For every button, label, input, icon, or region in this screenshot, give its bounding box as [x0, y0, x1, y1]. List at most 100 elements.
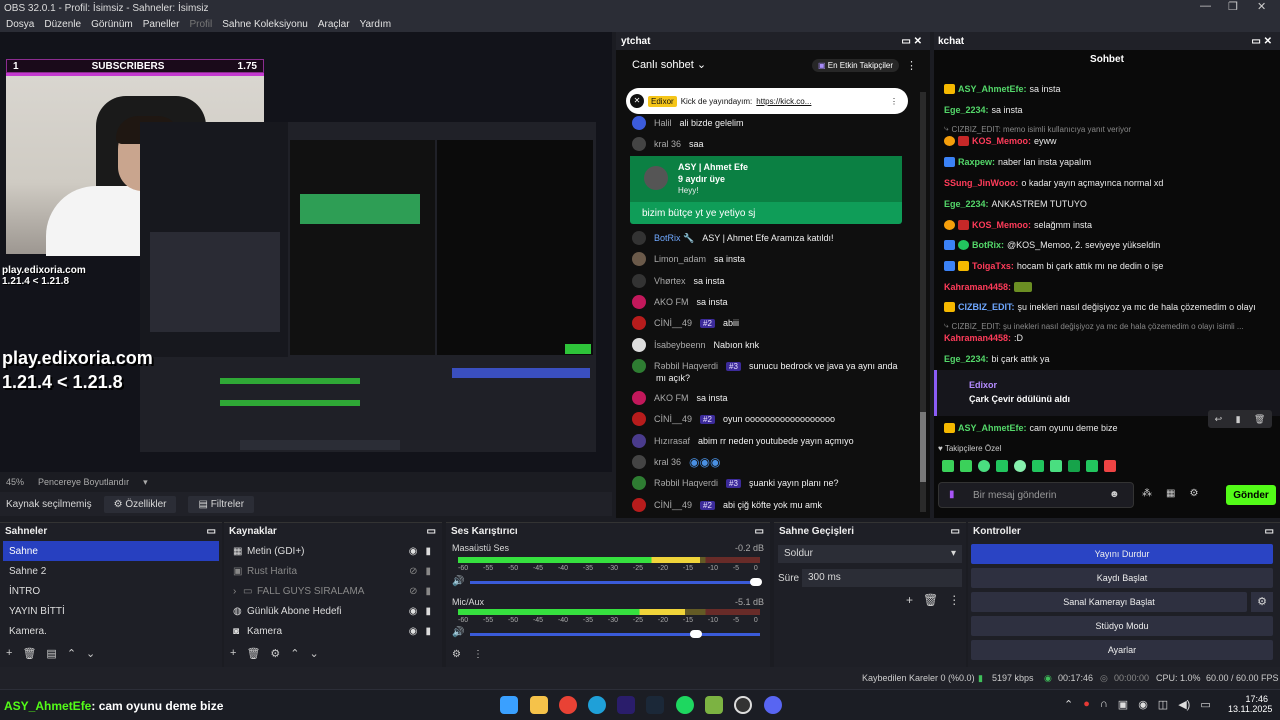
- volume-slider[interactable]: [470, 578, 762, 586]
- menu-edit[interactable]: Düzenle: [44, 19, 81, 30]
- sources-toolbar[interactable]: + 🗑 ⚙ ⌃ ⌄: [230, 647, 319, 660]
- source-item[interactable]: ▣ Rust Harita ⊘ ▮: [227, 561, 439, 581]
- spotify-icon[interactable]: [676, 696, 694, 714]
- duration-label: Süre: [778, 573, 800, 584]
- zoom-level[interactable]: 45%: [6, 477, 24, 487]
- edge-icon[interactable]: [588, 696, 606, 714]
- record-icon: ●: [1083, 698, 1090, 710]
- gear-icon[interactable]: ⚙: [1251, 592, 1273, 612]
- file-explorer-icon[interactable]: [530, 696, 548, 714]
- emoji-icon[interactable]: ☻: [1109, 489, 1120, 500]
- settings-button[interactable]: Ayarlar: [971, 640, 1273, 660]
- scene-item[interactable]: Sahne: [3, 541, 219, 561]
- scene-item[interactable]: İNTRO: [3, 581, 219, 601]
- membership-card: ASY | Ahmet Efe 9 aydır üye Heyy! bizim …: [630, 156, 902, 224]
- send-button[interactable]: Gönder: [1226, 485, 1276, 505]
- chat-input[interactable]: ▮ Bir mesaj gönderin ☻: [938, 482, 1134, 508]
- kchat-dock-header: kchat ▭ ✕: [934, 32, 1280, 50]
- controls-dock: Kontroller ▭ Yayını Durdur Kaydı Başlat S…: [968, 522, 1280, 667]
- mixer-title: Ses Karıştırıcı: [451, 525, 518, 537]
- transitions-toolbar[interactable]: + 🗑 ⋮: [906, 593, 960, 607]
- scenes-toolbar[interactable]: + 🗑 ▤ ⌃ ⌄: [6, 647, 95, 660]
- obs-icon[interactable]: [734, 696, 752, 714]
- ytchat-dock-title: ytchat: [621, 35, 651, 47]
- close-icon[interactable]: ✕: [1257, 0, 1266, 13]
- discord-icon[interactable]: [764, 696, 782, 714]
- meter-tick-label: -55: [482, 565, 494, 572]
- meter-tick-label: -25: [632, 565, 644, 572]
- stop-streaming-button[interactable]: Yayını Durdur: [971, 544, 1273, 564]
- minimize-icon[interactable]: —: [1200, 0, 1211, 12]
- menu-file[interactable]: Dosya: [6, 19, 34, 30]
- duration-input[interactable]: 300 ms: [802, 569, 962, 587]
- message-actions[interactable]: ↩ ▮ 🗑: [1208, 410, 1272, 428]
- app-icon: ▣: [1117, 699, 1129, 711]
- chat-tools[interactable]: ⁂ ▦ ⚙: [1142, 488, 1198, 499]
- filters-button[interactable]: ▤ Filtreler: [188, 495, 255, 513]
- lock-icon: ▮: [425, 625, 431, 637]
- subscriber-count: 1: [13, 60, 19, 72]
- clock[interactable]: 17:46 13.11.2025: [1228, 694, 1272, 714]
- menu-scene-collection[interactable]: Sahne Koleksiyonu: [222, 19, 308, 30]
- preview-canvas[interactable]: 1 SUBSCRIBERS 1.75 play.edixoria.com 1.2…: [0, 32, 612, 472]
- system-tray[interactable]: ⌃ ● ∩ ▣ ◉ ◫ ◀) ▭: [1064, 698, 1211, 711]
- lock-icon: ▮: [425, 605, 431, 617]
- list-item: Ege_2234: ANKASTREM TUTUYO: [944, 199, 1087, 209]
- source-item[interactable]: ◍ Günlük Abone Hedefi ◉ ▮: [227, 601, 439, 621]
- transition-select[interactable]: Soldur ▾: [778, 545, 962, 563]
- window-title: OBS 32.0.1 - Profil: İsimsiz - Sahneler:…: [4, 2, 209, 14]
- properties-button[interactable]: ⚙ Özellikler: [103, 495, 177, 513]
- source-item[interactable]: ◙ Kamera ◉ ▮: [227, 621, 439, 641]
- audio-mixer-dock: Ses Karıştırıcı ▭ Masaüstü Ses -0.2 dB -6…: [446, 522, 770, 667]
- status-bar: Kaybedilen Kareler 0 (%0.0) ▮ 5197 kbps …: [0, 667, 1280, 689]
- studio-mode-button[interactable]: Stüdyo Modu: [971, 616, 1273, 636]
- source-toolbar: Kaynak seçilmemiş ⚙ Özellikler ▤ Filtrel…: [0, 492, 612, 516]
- steam-icon[interactable]: [646, 696, 664, 714]
- top-supporters-button[interactable]: ▣ En Etkin Takipçiler: [812, 59, 899, 72]
- volume-slider[interactable]: [470, 630, 760, 638]
- menu-tools[interactable]: Araçlar: [318, 19, 350, 30]
- windows-start-icon[interactable]: [500, 696, 518, 714]
- chrome-icon[interactable]: [559, 696, 577, 714]
- menu-view[interactable]: Görünüm: [91, 19, 133, 30]
- start-virtual-camera-button[interactable]: Sanal Kamerayı Başlat: [971, 592, 1247, 612]
- maximize-icon[interactable]: ❐: [1228, 0, 1238, 13]
- speaker-icon[interactable]: 🔊: [452, 576, 464, 587]
- scene-item[interactable]: Sahne 2: [3, 561, 219, 581]
- pinned-message[interactable]: ✕ Edixor Kick de yayındayım: https://kic…: [626, 88, 908, 114]
- source-item[interactable]: › ▭ FALL GUYS SIRALAMA ⊘ ▮: [227, 581, 439, 601]
- menu-help[interactable]: Yardım: [360, 19, 392, 30]
- chevron-down-icon[interactable]: ▾: [143, 477, 148, 488]
- speaker-icon[interactable]: 🔊: [452, 627, 464, 638]
- dock-options-icon[interactable]: ▭: [755, 526, 764, 537]
- eye-icon: ◉: [408, 625, 418, 637]
- mixer-toolbar[interactable]: ⚙ ⋮: [452, 649, 483, 660]
- dock-options-icon[interactable]: ▭: [207, 526, 216, 537]
- fit-to-window[interactable]: Pencereye Boyutlandır: [38, 477, 129, 487]
- title-bar: OBS 32.0.1 - Profil: İsimsiz - Sahneler:…: [0, 0, 1280, 16]
- more-options-icon[interactable]: ⋮: [906, 59, 917, 72]
- meter-tick-label: -15: [682, 565, 693, 572]
- menu-docks[interactable]: Paneller: [143, 19, 180, 30]
- dock-options-icon[interactable]: ▭: [427, 526, 436, 537]
- scene-item[interactable]: YAYIN BİTTİ: [3, 601, 219, 621]
- list-item: İsabeybeenn Nabıon knk: [632, 338, 759, 352]
- headset-icon: ∩: [1099, 698, 1108, 710]
- minecraft-icon[interactable]: [705, 696, 723, 714]
- scrollbar[interactable]: [920, 92, 926, 512]
- menu-profile[interactable]: Profil: [189, 19, 212, 30]
- volume-icon: ◀): [1178, 699, 1191, 711]
- trash-icon: 🗑: [1253, 413, 1266, 424]
- dock-float-close-icons[interactable]: ▭ ✕: [1251, 36, 1272, 47]
- dock-float-close-icons[interactable]: ▭ ✕: [901, 36, 922, 47]
- ytchat-mode-select[interactable]: Canlı sohbet ⌄: [632, 58, 706, 71]
- source-item[interactable]: ▦ Metin (GDI+) ◉ ▮: [227, 541, 439, 561]
- nested-screen-capture: [140, 122, 596, 452]
- subscriber-label: SUBSCRIBERS: [91, 60, 165, 72]
- dock-options-icon[interactable]: ▭: [1265, 526, 1274, 537]
- start-recording-button[interactable]: Kaydı Başlat: [971, 568, 1273, 588]
- dock-options-icon[interactable]: ▭: [951, 526, 960, 537]
- premiere-icon[interactable]: [617, 696, 635, 714]
- scene-item[interactable]: Kamera.: [3, 621, 219, 641]
- emote-picker-row[interactable]: [942, 460, 1116, 472]
